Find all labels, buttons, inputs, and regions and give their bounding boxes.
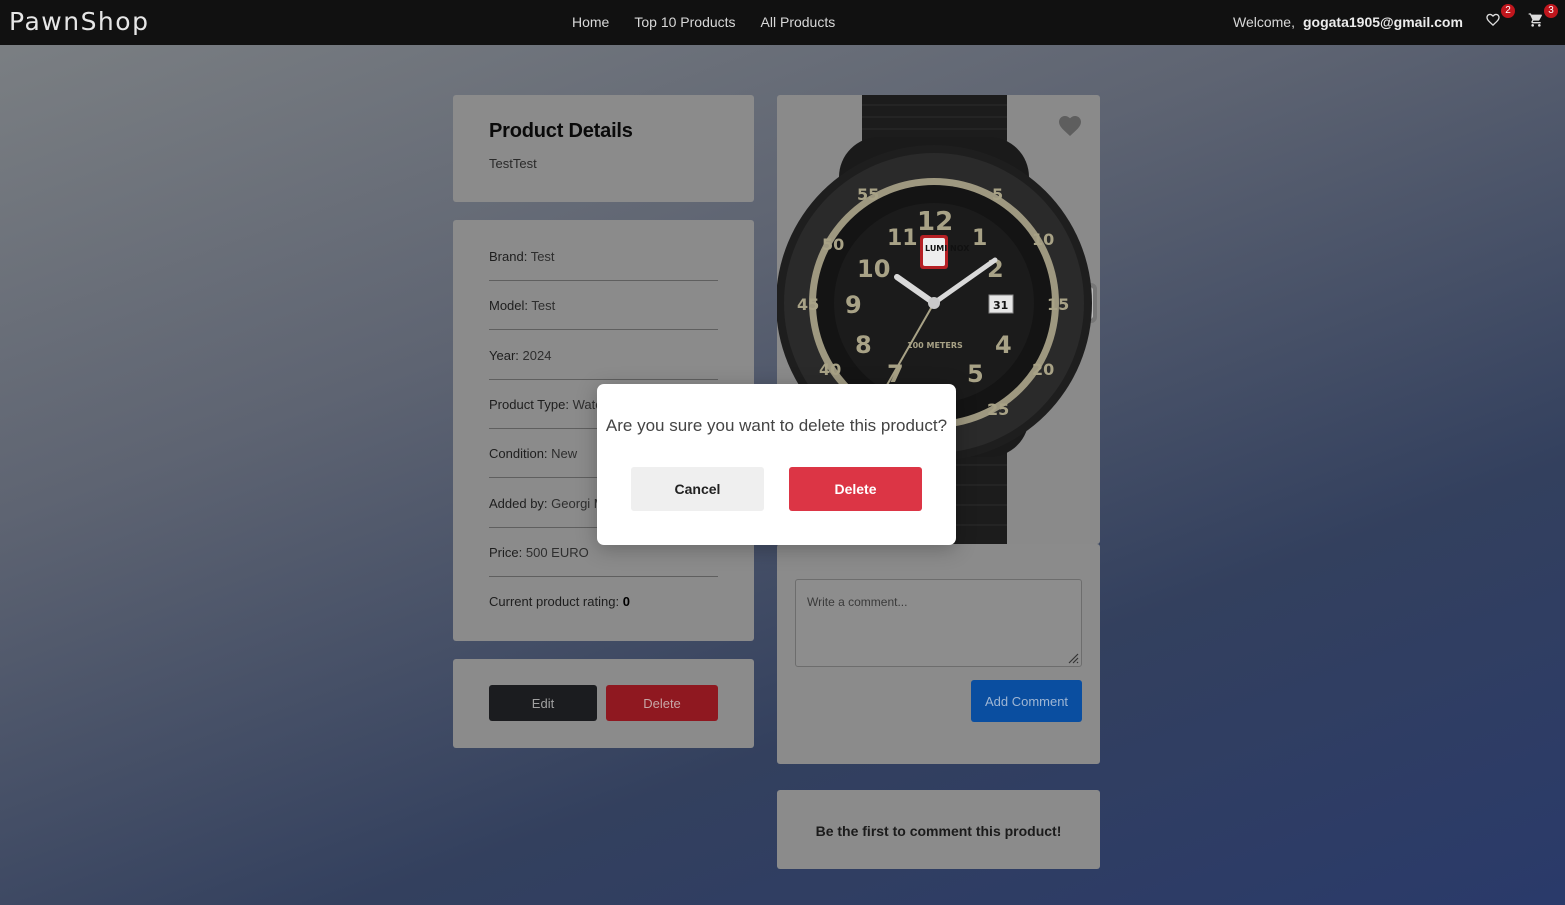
svg-text:1: 1: [972, 226, 987, 251]
modal-delete-button[interactable]: Delete: [789, 467, 922, 511]
no-comments-card: Be the first to comment this product!: [777, 790, 1100, 869]
wishlist-count-badge: 2: [1501, 4, 1515, 18]
svg-text:4: 4: [995, 331, 1012, 359]
page-title: Product Details: [489, 120, 633, 142]
watch-date-text: 31: [993, 299, 1008, 312]
modal-cancel-button[interactable]: Cancel: [631, 467, 764, 511]
edit-button[interactable]: Edit: [489, 685, 597, 721]
svg-text:50: 50: [822, 235, 844, 254]
svg-text:11: 11: [887, 226, 918, 251]
detail-row-price: Price: 500 EURO: [489, 545, 718, 577]
welcome-text: Welcome, gogata1905@gmail.com: [1233, 14, 1463, 30]
svg-text:9: 9: [845, 291, 862, 319]
no-comments-message: Be the first to comment this product!: [815, 823, 1062, 839]
detail-value: 500 EURO: [525, 545, 589, 560]
delete-button[interactable]: Delete: [606, 685, 718, 721]
detail-label: Model:: [489, 298, 529, 313]
product-title-card: Product Details TestTest: [453, 95, 754, 202]
detail-label: Product Type:: [489, 397, 569, 412]
detail-label: Price:: [489, 545, 523, 560]
favorite-button[interactable]: [1058, 115, 1082, 137]
product-actions-card: Edit Delete: [453, 659, 754, 748]
delete-confirm-modal: Are you sure you want to delete this pro…: [597, 384, 956, 545]
detail-row-rating: Current product rating: 0: [489, 594, 718, 625]
comment-form-card: Add Comment: [777, 544, 1100, 764]
navbar: PawnShop Home Top 10 Products All Produc…: [0, 0, 1565, 45]
detail-row-model: Model: Test: [489, 298, 718, 330]
brand-logo[interactable]: PawnShop: [9, 7, 149, 36]
detail-label: Current product rating:: [489, 594, 620, 609]
detail-row-brand: Brand: Test: [489, 249, 718, 281]
nav-link-top-10[interactable]: Top 10 Products: [634, 14, 735, 30]
cart-count-badge: 3: [1544, 4, 1558, 18]
detail-label: Year:: [489, 348, 519, 363]
nav-link-home[interactable]: Home: [572, 14, 609, 30]
nav-link-all-products[interactable]: All Products: [761, 14, 836, 30]
svg-text:10: 10: [1032, 230, 1054, 249]
heart-outline-icon: [1486, 13, 1500, 26]
detail-value: Test: [531, 298, 556, 313]
watch-brand-text: LUMI NOX: [925, 244, 970, 253]
svg-text:100 METERS: 100 METERS: [907, 341, 963, 350]
detail-label: Added by:: [489, 496, 548, 511]
nav-links: Home Top 10 Products All Products: [572, 14, 835, 30]
user-email[interactable]: gogata1905@gmail.com: [1303, 14, 1463, 30]
cart-icon: [1528, 13, 1542, 27]
detail-value: New: [551, 446, 578, 461]
svg-text:45: 45: [797, 295, 819, 314]
comment-input[interactable]: [795, 579, 1082, 667]
svg-text:10: 10: [857, 255, 890, 283]
wishlist-button[interactable]: 2: [1485, 4, 1515, 32]
svg-text:5: 5: [967, 360, 984, 388]
product-name: TestTest: [489, 156, 537, 171]
svg-text:8: 8: [855, 331, 872, 359]
svg-text:40: 40: [819, 360, 841, 379]
svg-text:25: 25: [987, 400, 1009, 419]
svg-text:55: 55: [857, 185, 879, 204]
detail-value: 0: [622, 594, 630, 609]
detail-row-year: Year: 2024: [489, 348, 718, 380]
resize-handle-icon[interactable]: [1067, 652, 1079, 664]
svg-text:5: 5: [992, 185, 1003, 204]
svg-text:12: 12: [917, 207, 953, 237]
add-comment-button[interactable]: Add Comment: [971, 680, 1082, 722]
heart-icon: [1059, 116, 1081, 136]
welcome-label: Welcome,: [1233, 14, 1295, 30]
detail-label: Condition:: [489, 446, 548, 461]
detail-label: Brand:: [489, 249, 528, 264]
svg-text:15: 15: [1047, 295, 1069, 314]
cart-button[interactable]: 3: [1528, 4, 1558, 32]
detail-value: 2024: [522, 348, 552, 363]
detail-value: Test: [530, 249, 555, 264]
modal-question: Are you sure you want to delete this pro…: [605, 416, 948, 435]
svg-text:20: 20: [1032, 360, 1054, 379]
